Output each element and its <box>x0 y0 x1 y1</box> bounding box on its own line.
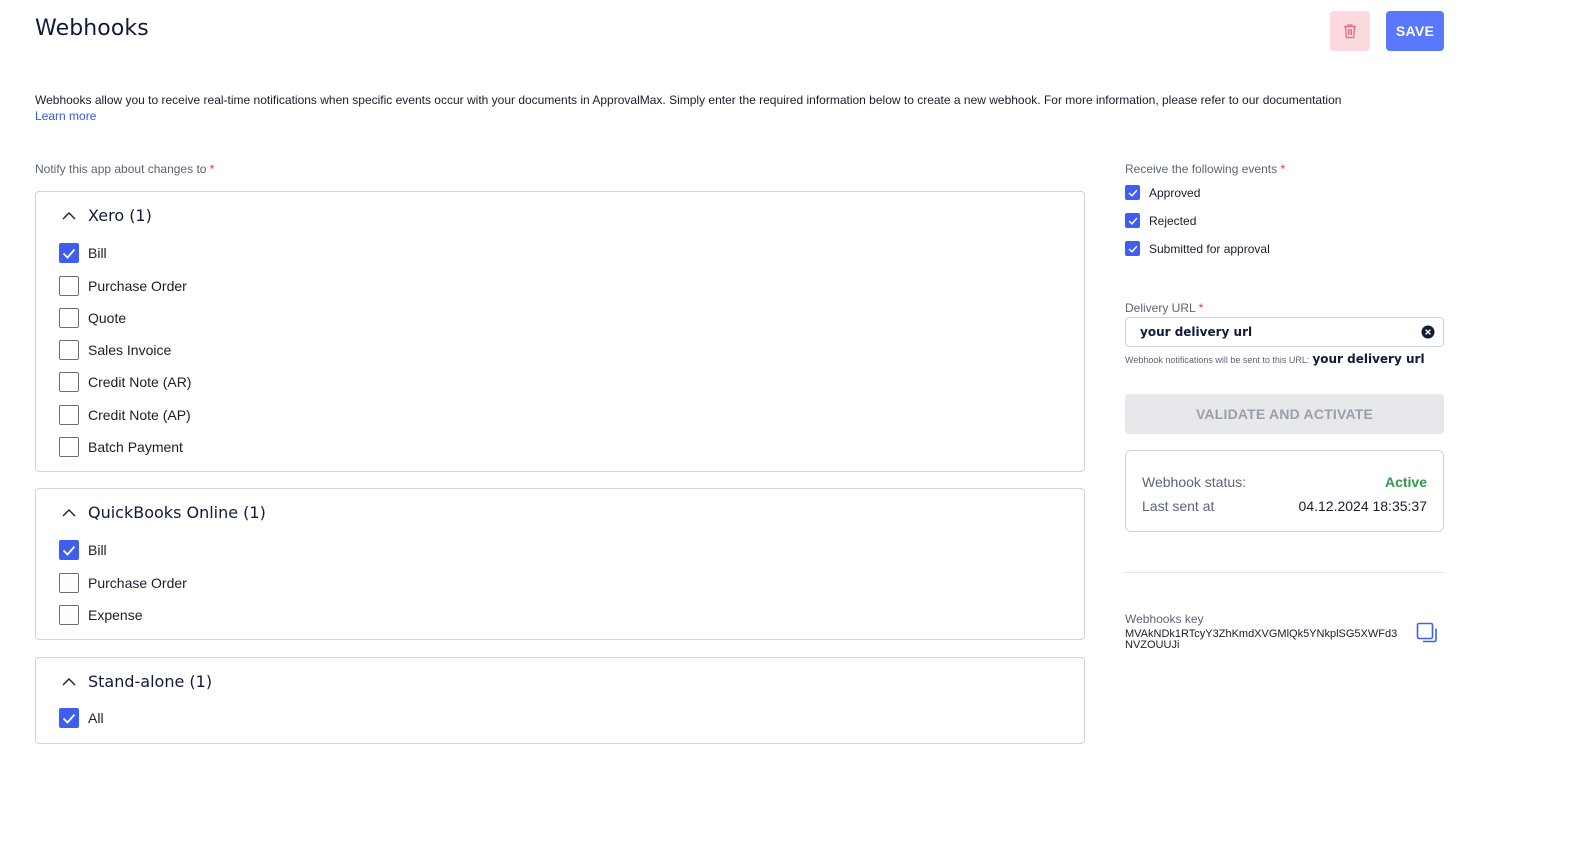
intro-text: Webhooks allow you to receive real-time … <box>35 93 1342 107</box>
chevron-up-icon <box>62 211 76 219</box>
checkbox-unchecked <box>59 437 79 457</box>
status-label: Webhook status: <box>1142 474 1247 490</box>
events-label-text: Receive the following events <box>1125 162 1278 176</box>
standalone-group-title: Stand-alone (1) <box>88 672 213 691</box>
option-label: Batch Payment <box>88 439 183 455</box>
xero-group: Xero (1) Bill Purchase Order Quote Sales… <box>35 191 1085 472</box>
quickbooks-expense-checkbox[interactable]: Expense <box>59 605 142 625</box>
checkbox-unchecked <box>59 605 79 625</box>
xero-batch-payment-checkbox[interactable]: Batch Payment <box>59 437 183 457</box>
xero-credit-note-ap-checkbox[interactable]: Credit Note (AP) <box>59 405 191 425</box>
quickbooks-purchase-order-checkbox[interactable]: Purchase Order <box>59 573 187 593</box>
delivery-url-label-text: Delivery URL <box>1125 301 1196 315</box>
chevron-up-icon <box>62 508 76 516</box>
checkbox-unchecked <box>59 308 79 328</box>
learn-more-link[interactable]: Learn more <box>35 108 96 124</box>
option-label: Purchase Order <box>88 278 187 294</box>
copy-icon[interactable] <box>1415 621 1439 645</box>
validate-activate-button[interactable]: VALIDATE AND ACTIVATE <box>1125 394 1444 434</box>
save-button[interactable]: SAVE <box>1386 11 1444 51</box>
event-label: Submitted for approval <box>1149 241 1270 256</box>
delete-button[interactable] <box>1330 11 1370 51</box>
last-sent-row: Last sent at 04.12.2024 18:35:37 <box>1142 494 1427 518</box>
xero-credit-note-ar-checkbox[interactable]: Credit Note (AR) <box>59 372 191 392</box>
intro-description: Webhooks allow you to receive real-time … <box>35 92 1415 124</box>
last-sent-value: 04.12.2024 18:35:37 <box>1298 498 1427 514</box>
checkbox-checked <box>59 708 79 728</box>
checkbox-unchecked <box>59 573 79 593</box>
checkbox-checked <box>1125 185 1140 200</box>
trash-icon <box>1344 24 1356 39</box>
event-approved-checkbox[interactable]: Approved <box>1125 185 1200 200</box>
option-label: Expense <box>88 607 143 623</box>
events-label: Receive the following events * <box>1125 162 1285 176</box>
standalone-group-header[interactable]: Stand-alone (1) <box>60 672 212 691</box>
xero-sales-invoice-checkbox[interactable]: Sales Invoice <box>59 340 171 360</box>
option-label: Quote <box>88 310 127 326</box>
notify-label: Notify this app about changes to * <box>35 162 214 176</box>
checkbox-unchecked <box>59 372 79 392</box>
xero-bill-checkbox[interactable]: Bill <box>59 243 107 263</box>
option-label: All <box>88 710 104 726</box>
webhooks-key-value: MVAkNDk1RTcyY3ZhKmdXVGMlQk5YNkplSG5XWFd3… <box>1125 628 1398 651</box>
standalone-group: Stand-alone (1) All <box>35 657 1085 744</box>
xero-group-header[interactable]: Xero (1) <box>60 206 152 225</box>
webhook-status-card: Webhook status: Active Last sent at 04.1… <box>1125 450 1444 532</box>
clear-icon[interactable] <box>1421 325 1435 339</box>
delivery-url-field <box>1125 317 1444 347</box>
check-icon <box>1128 217 1137 225</box>
check-icon <box>62 248 76 259</box>
check-icon <box>1128 245 1137 253</box>
webhooks-key-label: Webhooks key <box>1125 612 1204 626</box>
notify-label-text: Notify this app about changes to <box>35 162 207 176</box>
status-badge: Active <box>1384 474 1427 490</box>
option-label: Credit Note (AR) <box>88 374 192 390</box>
required-mark: * <box>1198 301 1204 315</box>
event-label: Rejected <box>1149 213 1197 228</box>
url-hint-value: your delivery url <box>1312 352 1425 366</box>
checkbox-checked <box>1125 213 1140 228</box>
divider <box>1125 572 1444 573</box>
event-submitted-checkbox[interactable]: Submitted for approval <box>1125 241 1270 256</box>
checkbox-unchecked <box>59 405 79 425</box>
quickbooks-bill-checkbox[interactable]: Bill <box>59 540 107 560</box>
checkbox-unchecked <box>59 276 79 296</box>
checkbox-checked <box>59 540 79 560</box>
event-label: Approved <box>1149 185 1201 200</box>
checkbox-unchecked <box>59 340 79 360</box>
check-icon <box>62 545 76 556</box>
check-icon <box>1128 189 1137 197</box>
chevron-up-icon <box>62 677 76 685</box>
xero-group-title: Xero (1) <box>88 206 152 225</box>
standalone-all-checkbox[interactable]: All <box>59 708 104 728</box>
option-label: Bill <box>88 245 107 261</box>
option-label: Sales Invoice <box>88 342 172 358</box>
option-label: Bill <box>88 542 107 558</box>
quickbooks-group-header[interactable]: QuickBooks Online (1) <box>60 503 266 522</box>
delivery-url-hint: Webhook notifications will be sent to th… <box>1125 352 1425 366</box>
status-row: Webhook status: Active <box>1142 470 1427 494</box>
option-label: Purchase Order <box>88 575 187 591</box>
checkbox-checked <box>1125 241 1140 256</box>
delivery-url-label: Delivery URL * <box>1125 301 1203 315</box>
event-rejected-checkbox[interactable]: Rejected <box>1125 213 1196 228</box>
delivery-url-input[interactable] <box>1140 325 1421 339</box>
last-sent-label: Last sent at <box>1142 498 1215 514</box>
checkbox-checked <box>59 243 79 263</box>
required-mark: * <box>1280 162 1286 176</box>
quickbooks-group-title: QuickBooks Online (1) <box>88 503 266 522</box>
url-hint-text: Webhook notifications will be sent to th… <box>1125 355 1310 365</box>
check-icon <box>62 713 76 724</box>
page-title: Webhooks <box>35 16 149 41</box>
required-mark: * <box>209 162 215 176</box>
quickbooks-group: QuickBooks Online (1) Bill Purchase Orde… <box>35 488 1085 640</box>
xero-quote-checkbox[interactable]: Quote <box>59 308 126 328</box>
xero-purchase-order-checkbox[interactable]: Purchase Order <box>59 276 187 296</box>
option-label: Credit Note (AP) <box>88 407 191 423</box>
